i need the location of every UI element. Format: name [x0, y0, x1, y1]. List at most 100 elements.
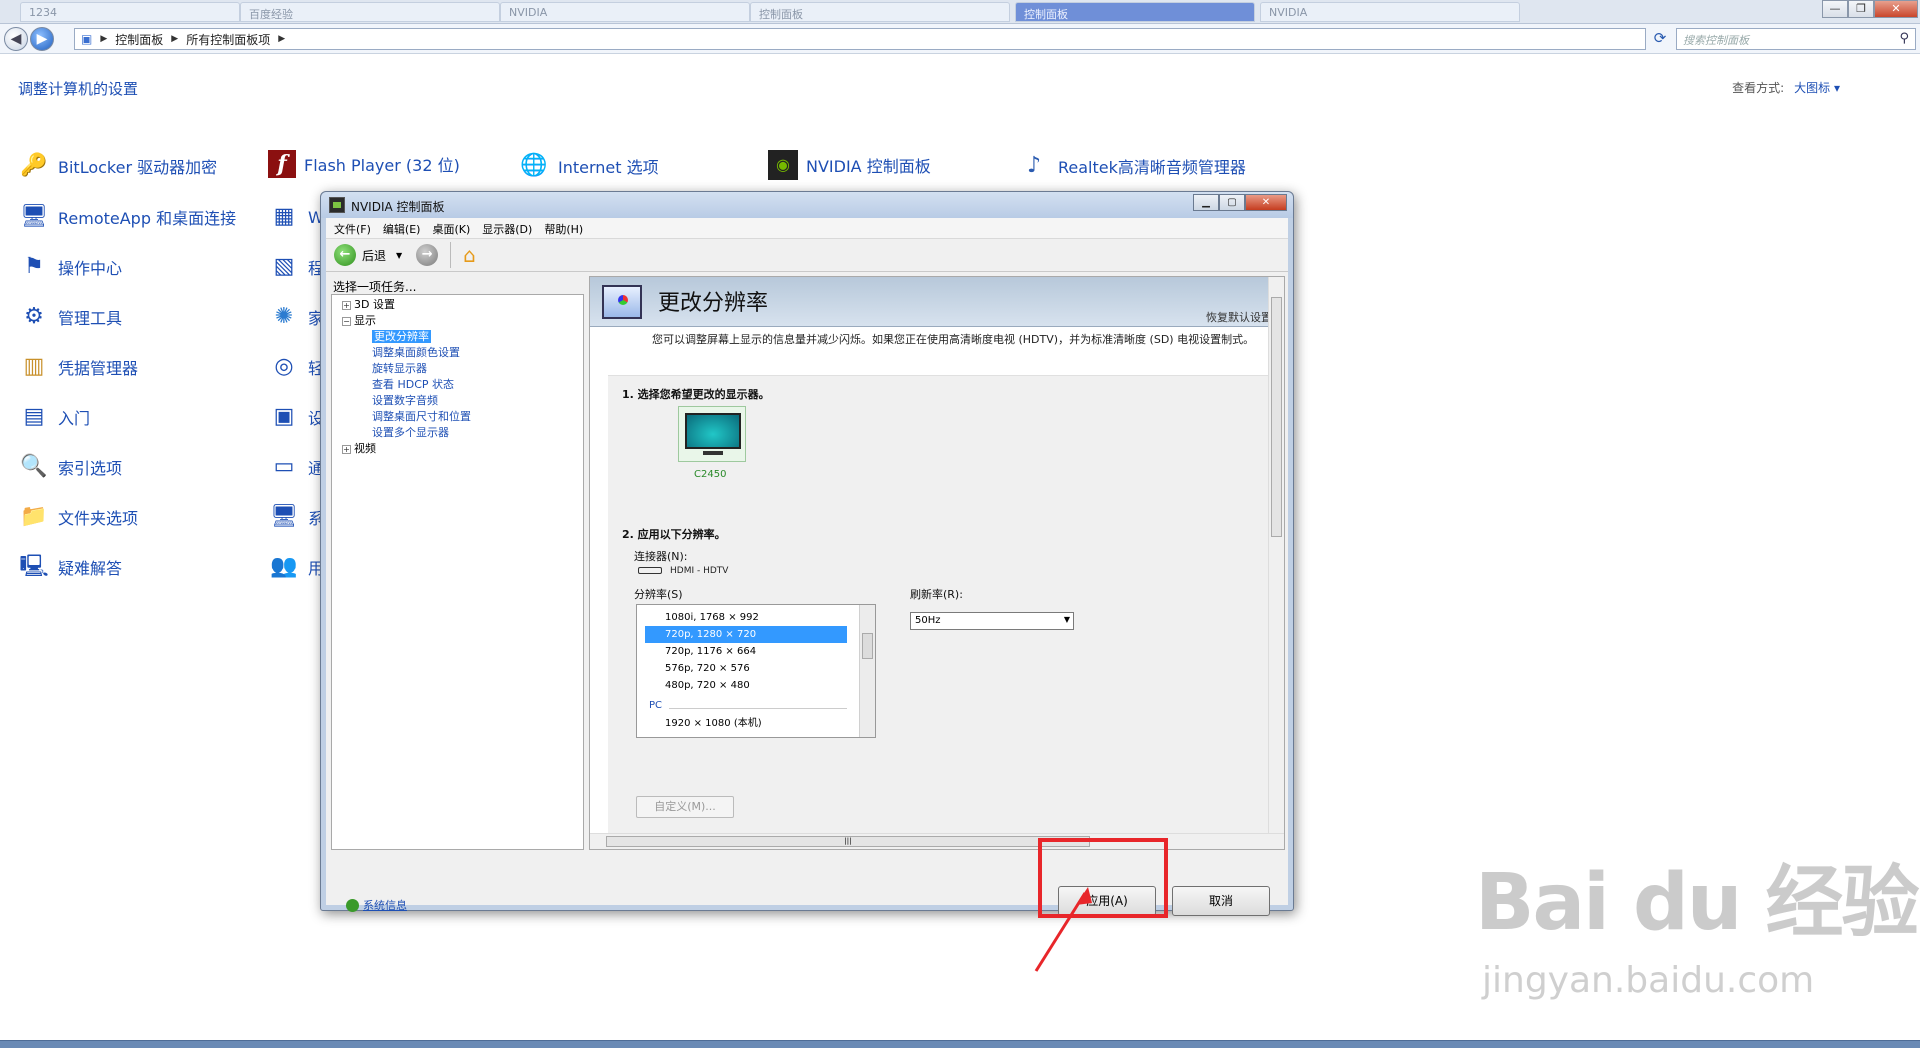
resolution-option[interactable]: 1920 × 1080 (本机) [645, 715, 847, 732]
cp-item-realtek[interactable]: ♪ Realtek高清晰音频管理器 [1018, 150, 1246, 182]
resolution-list[interactable]: 1080i, 1768 × 992 720p, 1280 × 720 720p,… [636, 604, 876, 738]
nvidia-icon: ◉ [768, 150, 798, 180]
task-panel: 选择一项任务... +3D 设置 − 显示 更改分辨率 调整桌面颜色设置 旋转显示… [331, 276, 584, 850]
tree-item-display[interactable]: − 显示 [332, 313, 583, 329]
cp-item-partial[interactable]: ▦ W [268, 201, 324, 233]
resolution-group-pc: PC [649, 700, 847, 711]
control-panel-small-icon: ▣ [81, 32, 93, 46]
cp-item-troubleshooting[interactable]: 🖳 疑难解答 [18, 551, 122, 583]
menu-file[interactable]: 文件(F) [334, 221, 371, 236]
pane-header: 更改分辨率 恢复默认设置 [590, 277, 1284, 327]
tree-item-video[interactable]: + 视频 [332, 441, 583, 457]
resolution-option[interactable]: 1080i, 1768 × 992 [645, 609, 847, 626]
cp-item-partial[interactable]: 🖥 系 [268, 501, 324, 533]
homegroup-icon: ✺ [274, 304, 294, 329]
ease-of-access-icon: ◎ [274, 354, 294, 379]
breadcrumb-all-items[interactable]: 所有控制面板项 [186, 31, 270, 48]
cp-item-partial[interactable]: ▭ 通 [268, 451, 324, 483]
resolution-option[interactable]: 576p, 720 × 576 [645, 660, 847, 677]
browser-tab[interactable]: NVIDIA [1260, 2, 1520, 22]
browser-tab[interactable]: 百度经验 [240, 2, 500, 22]
action-center-flag-icon: ⚑ [24, 254, 44, 279]
maximize-button[interactable]: ❐ [1848, 0, 1874, 18]
cp-item-bitlocker[interactable]: 🔑 BitLocker 驱动器加密 [18, 150, 217, 182]
tree-item-desktop-color[interactable]: 调整桌面颜色设置 [332, 345, 583, 361]
cp-item-admin-tools[interactable]: ⚙ 管理工具 [18, 301, 122, 333]
back-label[interactable]: 后退 [362, 247, 386, 264]
refresh-rate-label: 刷新率(R): [910, 588, 963, 601]
cp-item-internet-options[interactable]: 🌐 Internet 选项 [518, 150, 658, 182]
cancel-button[interactable]: 取消 [1172, 886, 1270, 916]
back-arrow-icon[interactable]: ← [334, 244, 356, 266]
address-field[interactable]: ▣ ▶ 控制面板 ▶ 所有控制面板项 ▶ [74, 28, 1646, 50]
forward-arrow-icon[interactable]: ▶ [30, 27, 54, 51]
step-2-label: 2. 应用以下分辨率。 [622, 528, 726, 541]
tree-item-change-resolution[interactable]: 更改分辨率 [332, 329, 583, 345]
nvidia-window-controls: ▁ ▢ ✕ [1193, 194, 1287, 211]
collapse-icon[interactable]: − [342, 316, 351, 326]
nvidia-maximize-button[interactable]: ▢ [1219, 194, 1245, 211]
tree-item-digital-audio[interactable]: 设置数字音频 [332, 393, 583, 409]
tree-item-hdcp-status[interactable]: 查看 HDCP 状态 [332, 377, 583, 393]
cp-item-credential-manager[interactable]: ▥ 凭据管理器 [18, 351, 138, 383]
tree-item-desktop-size[interactable]: 调整桌面尺寸和位置 [332, 409, 583, 425]
cp-item-nvidia[interactable]: ◉ NVIDIA 控制面板 [768, 150, 931, 180]
breadcrumb-control-panel[interactable]: 控制面板 [115, 31, 163, 48]
system-info-link[interactable]: 系统信息 [346, 897, 407, 913]
expand-icon[interactable]: + [342, 444, 351, 454]
tree-item-3d-settings[interactable]: +3D 设置 [332, 297, 583, 313]
resolution-list-scrollbar[interactable] [859, 605, 875, 737]
tree-item-multiple-displays[interactable]: 设置多个显示器 [332, 425, 583, 441]
baidu-watermark-url: jingyan.baidu.com [1482, 960, 1815, 1001]
home-icon[interactable]: ⌂ [463, 243, 476, 267]
hdmi-plug-icon [638, 567, 662, 574]
custom-resolution-button[interactable]: 自定义(M)... [636, 796, 734, 818]
resolution-option[interactable]: 480p, 720 × 480 [645, 677, 847, 694]
cp-item-folder-options[interactable]: 📁 文件夹选项 [18, 501, 138, 533]
back-dropdown-icon[interactable]: ▼ [396, 251, 402, 260]
browser-tab[interactable]: NVIDIA [500, 2, 750, 22]
search-icon[interactable]: ⚲ [1899, 31, 1909, 46]
monitor-tile[interactable] [678, 406, 746, 462]
credential-manager-icon: ▥ [23, 354, 45, 379]
menu-help[interactable]: 帮助(H) [544, 221, 583, 236]
refresh-rate-select[interactable]: 50Hz [910, 612, 1074, 630]
search-input[interactable]: 搜索控制面板 ⚲ [1676, 28, 1916, 50]
cp-item-remoteapp[interactable]: 🖥 RemoteApp 和桌面连接 [18, 201, 236, 233]
menu-desktop[interactable]: 桌面(K) [432, 221, 470, 236]
browser-tab[interactable]: 1234 [20, 2, 240, 22]
close-button[interactable]: ✕ [1874, 0, 1918, 18]
forward-arrow-icon[interactable]: → [416, 244, 439, 266]
browser-tab[interactable]: 控制面板 [750, 2, 1010, 22]
cp-item-getting-started[interactable]: ▤ 入门 [18, 401, 90, 433]
cp-item-partial[interactable]: 👥 用 [268, 551, 324, 583]
cp-item-partial[interactable]: ▣ 设 [268, 401, 324, 433]
back-arrow-icon[interactable]: ◀ [4, 27, 28, 51]
expand-icon[interactable]: + [342, 300, 351, 310]
tree-item-rotate-display[interactable]: 旋转显示器 [332, 361, 583, 377]
cp-item-action-center[interactable]: ⚑ 操作中心 [18, 251, 122, 283]
cp-item-indexing-options[interactable]: 🔍 索引选项 [18, 451, 122, 483]
refresh-icon[interactable]: ⟳ [1650, 29, 1670, 49]
cp-item-partial[interactable]: ✺ 家 [268, 301, 324, 333]
cp-item-partial[interactable]: ▧ 程 [268, 251, 324, 283]
restore-defaults-link[interactable]: 恢复默认设置 [1206, 309, 1272, 325]
taskbar [0, 1040, 1920, 1048]
resolution-option-selected[interactable]: 720p, 1280 × 720 [645, 626, 847, 643]
pane-vertical-scrollbar[interactable] [1268, 277, 1284, 834]
cp-item-flash-player[interactable]: f Flash Player (32 位) [268, 150, 460, 178]
menu-edit[interactable]: 编辑(E) [383, 221, 421, 236]
minimize-button[interactable]: — [1822, 0, 1848, 18]
content-pane: 更改分辨率 恢复默认设置 您可以调整屏幕上显示的信息量并减少闪烁。如果您正在使用… [589, 276, 1285, 850]
menu-display[interactable]: 显示器(D) [482, 221, 532, 236]
nvidia-title-bar[interactable]: NVIDIA 控制面板 ▁ ▢ ✕ [321, 192, 1293, 218]
folder-options-icon: 📁 [20, 504, 48, 529]
cp-item-partial[interactable]: ◎ 轻 [268, 351, 324, 383]
view-mode-dropdown[interactable]: 大图标 ▾ [1794, 81, 1840, 95]
resolution-option[interactable]: 720p, 1176 × 664 [645, 643, 847, 660]
nvidia-toolbar: ← 后退 ▼ → ⌂ [326, 238, 1288, 272]
nvidia-minimize-button[interactable]: ▁ [1193, 194, 1219, 211]
pane-horizontal-scrollbar[interactable]: ||| [590, 833, 1284, 849]
browser-tab-active[interactable]: 控制面板 [1015, 2, 1255, 22]
nvidia-close-button[interactable]: ✕ [1245, 194, 1287, 211]
